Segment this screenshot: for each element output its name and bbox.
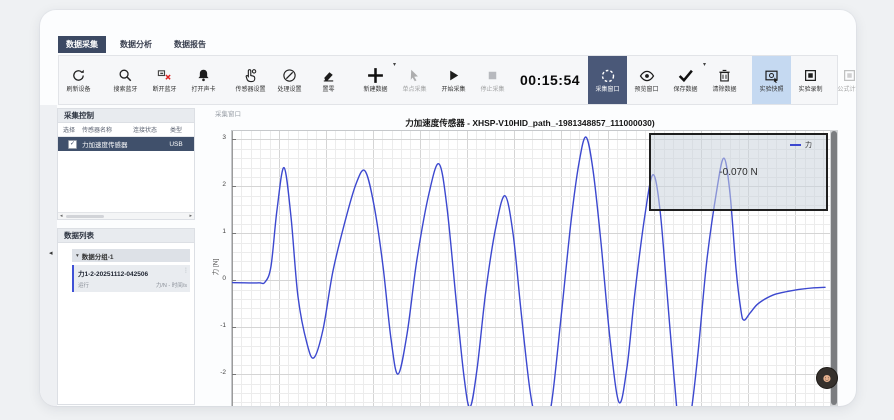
scroll-right-icon[interactable]: ▸ <box>189 214 192 219</box>
main-tab-bar: 数据采集 数据分析 数据报告 <box>58 36 214 53</box>
single-point-acquire-button[interactable]: 单点采集 <box>395 56 434 104</box>
data-group-label: 数据分组-1 <box>82 251 114 261</box>
toolbar-group-device: 刷新设备 <box>59 56 98 104</box>
toolbar-group-window: 采集窗口 预览窗口 ▾ 保存数据 <box>588 56 744 104</box>
refresh-device-button[interactable]: 刷新设备 <box>59 56 98 104</box>
assistant-avatar-button[interactable]: ☻ <box>816 367 838 389</box>
start-acquisition-button[interactable]: 开始采集 <box>434 56 473 104</box>
sensor-table: 选择 传感器名称 连接状态 类型 ✓ 力加速度传感器 USB ◂ ▸ <box>57 123 195 220</box>
scrollbar-thumb[interactable] <box>831 131 837 405</box>
data-list-panel: 数据列表 ▾ 数据分组-1 力1-2-20251112-042506 运行 力/… <box>57 228 195 405</box>
experiment-snapshot-button[interactable]: 实验快照 <box>752 56 791 104</box>
y-tick-label: -2 <box>220 370 226 377</box>
tab-data-report[interactable]: 数据报告 <box>166 36 214 53</box>
column-type: 类型 <box>162 125 190 134</box>
acquisition-timer: 00:15:54 <box>520 56 580 104</box>
eraser-icon <box>321 67 336 84</box>
tab-data-analysis[interactable]: 数据分析 <box>112 36 160 53</box>
y-tick-label: 0 <box>222 276 226 283</box>
sensor-name: 力加速度传感器 <box>82 139 128 149</box>
data-group-header[interactable]: ▾ 数据分组-1 <box>72 249 190 262</box>
check-icon <box>677 67 694 84</box>
set-zero-button[interactable]: 置零 <box>309 56 348 104</box>
pen-circle-icon <box>282 67 297 84</box>
sidebar-collapse-icon[interactable]: ◂ <box>49 250 53 257</box>
data-item-title: 力1-2-20251112-042506 <box>78 268 187 278</box>
record-icon <box>803 67 818 84</box>
formula-calc-button[interactable]: 公式计算 <box>830 56 856 104</box>
horizontal-scrollbar[interactable]: ◂ ▸ <box>58 212 194 219</box>
toolbar-group-experiment: 实验快照 实验录制 公式计算 <box>752 56 856 104</box>
y-tick-label: 2 <box>222 182 226 189</box>
chart-plot-area[interactable]: -0.070 N 力 <box>231 130 831 406</box>
chart-legend[interactable]: 力 <box>790 140 812 150</box>
clear-data-button[interactable]: 清除数据 <box>705 56 744 104</box>
y-tick-label: 3 <box>222 135 226 142</box>
more-options-icon[interactable]: ⋮ <box>183 268 189 274</box>
legend-label: 力 <box>805 140 812 150</box>
column-connect-status: 连接状态 <box>128 125 162 134</box>
stop-acquisition-button[interactable]: 停止采集 <box>473 56 512 104</box>
experiment-record-button[interactable]: 实验录制 <box>791 56 830 104</box>
refresh-icon <box>71 67 86 84</box>
disconnect-bluetooth-button[interactable]: 断开蓝牙 <box>145 56 184 104</box>
toolbar-group-acquire: ▾ 新建数据 单点采集 开始采集 <box>356 56 512 104</box>
new-data-button[interactable]: ▾ 新建数据 <box>356 56 395 104</box>
save-data-button[interactable]: ▾ 保存数据 <box>666 56 705 104</box>
play-icon <box>446 67 461 84</box>
data-item-axes: 力/N - 时间/s <box>156 281 187 289</box>
data-list-body: ▾ 数据分组-1 力1-2-20251112-042506 运行 力/N - 时… <box>57 243 195 405</box>
formula-icon <box>842 67 856 84</box>
app-window: 数据采集 数据分析 数据报告 刷新设备 搜索蓝牙 <box>40 10 856 406</box>
acquisition-window-button[interactable]: 采集窗口 <box>588 56 627 104</box>
table-row-force-sensor[interactable]: ✓ 力加速度传感器 USB <box>58 137 194 151</box>
vertical-scrollbar[interactable] <box>830 130 838 406</box>
data-item[interactable]: 力1-2-20251112-042506 运行 力/N - 时间/s ⋮ <box>72 265 190 292</box>
search-bluetooth-button[interactable]: 搜索蓝牙 <box>106 56 145 104</box>
y-tick-label: -1 <box>220 323 226 330</box>
eye-icon <box>639 67 655 84</box>
sensor-table-header: 选择 传感器名称 连接状态 类型 <box>58 123 194 137</box>
chevron-down-icon: ▾ <box>76 253 79 259</box>
trash-icon <box>717 67 732 84</box>
scroll-left-icon[interactable]: ◂ <box>60 214 63 219</box>
annotation-value: -0.070 N <box>719 167 757 178</box>
search-icon <box>118 67 133 84</box>
toolbar-group-settings: 传感器设置 处理设置 置零 <box>231 56 348 104</box>
bell-icon <box>196 67 211 84</box>
snapshot-icon <box>764 67 780 84</box>
stop-icon <box>485 67 500 84</box>
data-item-status: 运行 <box>78 281 89 289</box>
hand-sensor-icon <box>243 67 258 84</box>
sensor-checkbox[interactable]: ✓ <box>68 140 77 149</box>
scrollbar-thumb[interactable] <box>66 215 104 218</box>
column-select: 选择 <box>58 125 82 134</box>
data-list-panel-title: 数据列表 <box>57 228 195 243</box>
legend-line-icon <box>790 144 801 146</box>
plus-icon <box>366 67 385 84</box>
toolbar-group-connection: 搜索蓝牙 断开蓝牙 打开声卡 <box>106 56 223 104</box>
toolbar: 刷新设备 搜索蓝牙 断开蓝牙 <box>58 55 838 105</box>
tab-data-acquisition[interactable]: 数据采集 <box>58 36 106 53</box>
y-tick-label: 1 <box>222 229 226 236</box>
sensor-type: USB <box>162 141 190 148</box>
collect-control-panel-title: 采集控制 <box>57 108 195 123</box>
open-soundcard-button[interactable]: 打开声卡 <box>184 56 223 104</box>
desktop: 数据采集 数据分析 数据报告 刷新设备 搜索蓝牙 <box>0 0 894 420</box>
sidebar: 采集控制 选择 传感器名称 连接状态 类型 ✓ 力加速度传感器 USB ◂ <box>57 108 195 220</box>
preview-window-button[interactable]: 预览窗口 <box>627 56 666 104</box>
dashed-circle-icon <box>600 67 616 84</box>
chart-title: 力加速度传感器 - XHSP-V10HID_path_-1981348857_1… <box>231 117 829 129</box>
processing-settings-button[interactable]: 处理设置 <box>270 56 309 104</box>
sensor-settings-button[interactable]: 传感器设置 <box>231 56 270 104</box>
cursor-icon <box>407 67 422 84</box>
bluetooth-disconnect-icon <box>157 67 172 84</box>
column-sensor-name: 传感器名称 <box>82 125 128 134</box>
y-axis-ticks: 3 2 1 0 -1 -2 <box>200 130 228 406</box>
